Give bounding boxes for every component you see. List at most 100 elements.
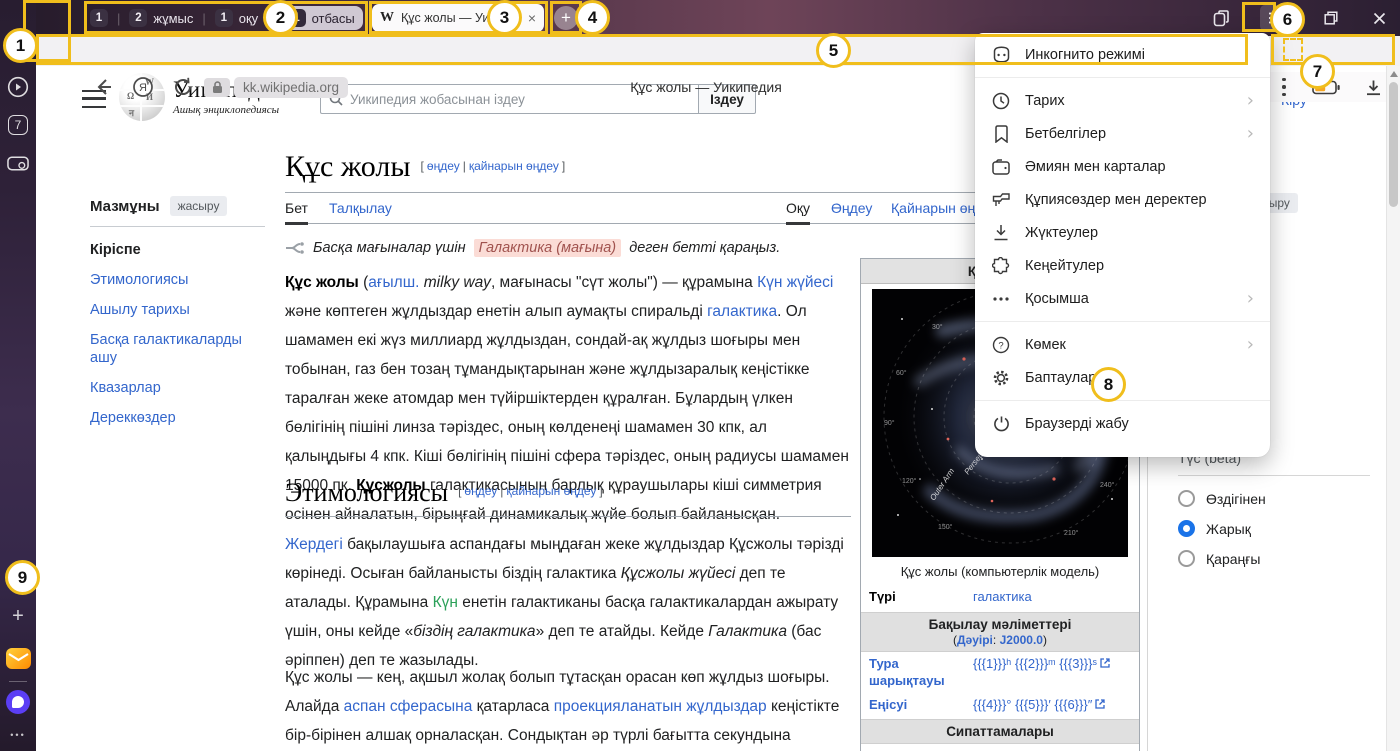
yandex-mail-icon[interactable] <box>6 648 31 669</box>
toc-hide-button[interactable]: жасыру <box>170 196 228 216</box>
callout-6: 6 <box>1270 2 1305 37</box>
tab-group-work[interactable]: 2 жұмыс <box>129 9 193 27</box>
galaxy-link[interactable]: галактика <box>973 589 1032 604</box>
tab-group-1[interactable]: 1 <box>90 9 108 27</box>
color-option-dark[interactable]: Қараңғы <box>1178 550 1388 567</box>
yandex-search-icon[interactable]: Я <box>132 76 154 98</box>
tab-counter-badge[interactable]: 7 <box>8 115 28 135</box>
radio-icon[interactable] <box>1178 490 1195 507</box>
menu-item-incognito[interactable]: Инкогнито режимі <box>975 38 1270 71</box>
degree-label: 90° <box>884 419 895 427</box>
degree-label: 60° <box>896 369 907 377</box>
scroll-up-icon[interactable] <box>1390 71 1398 77</box>
epoch-value-link[interactable]: J2000.0 <box>1000 633 1043 647</box>
menu-item-label: Құпиясөздер мен деректер <box>1025 192 1207 208</box>
link-celestial-sphere[interactable]: аспан сферасына <box>344 698 473 715</box>
page-scrollbar[interactable] <box>1386 66 1400 751</box>
radio-label: Қараңғы <box>1206 551 1260 567</box>
tab-page[interactable]: Бет <box>285 200 308 225</box>
toc-item-intro[interactable]: Кіріспе <box>90 241 265 260</box>
history-icon <box>991 91 1011 111</box>
menu-item-passwords[interactable]: Құпиясөздер мен деректер <box>975 183 1270 216</box>
download-icon[interactable] <box>1365 79 1382 96</box>
radio-selected-icon[interactable] <box>1178 520 1195 537</box>
link-solar-system[interactable]: Күн жүйесі <box>757 274 833 291</box>
link-english[interactable]: ағылш. <box>368 274 419 291</box>
url-field[interactable]: kk.wikipedia.org <box>234 77 348 98</box>
menu-item-label: Бетбелгілер <box>1025 126 1106 142</box>
menu-item-help[interactable]: ? Көмек› <box>975 328 1270 361</box>
callout-3: 3 <box>487 0 522 35</box>
menu-item-history[interactable]: Тарих› <box>975 84 1270 117</box>
svg-text:?: ? <box>998 340 1003 351</box>
wiki-logo-tagline: Ашық энциклопедиясы <box>173 104 289 116</box>
epoch-link[interactable]: Дәуірі <box>957 633 993 647</box>
toc-item-discovery[interactable]: Ашылу тарихы <box>90 301 265 320</box>
menu-item-label: Баптаулар <box>1025 370 1096 386</box>
site-security-badge[interactable] <box>204 78 230 97</box>
tab-count: 7 <box>15 118 22 132</box>
alice-assistant-icon[interactable] <box>6 690 30 714</box>
menu-item-bookmarks[interactable]: Бетбелгілер › <box>975 117 1270 150</box>
toc-item-other-galaxies[interactable]: Басқа галактикаларды ашу <box>90 331 265 369</box>
restore-window-icon[interactable] <box>1322 9 1340 27</box>
color-option-light[interactable]: Жарық <box>1178 520 1388 537</box>
play-media-icon[interactable] <box>7 76 29 98</box>
close-window-icon[interactable] <box>1370 9 1388 27</box>
sidebar-divider <box>9 681 27 682</box>
article-title: Құс жолы[өңдеу|қайнарын өңдеу] <box>285 150 565 184</box>
link-earth[interactable]: Жердегі <box>285 536 343 553</box>
toc-item-quasars[interactable]: Квазарлар <box>90 379 265 398</box>
help-icon: ? <box>991 335 1011 355</box>
table-of-contents: Мазмұны жасыру Кіріспе Этимологиясы Ашыл… <box>90 196 265 439</box>
sidebar-more-icon[interactable]: ••• <box>7 724 29 746</box>
plus-icon: + <box>561 8 571 28</box>
dec-label-link[interactable]: Еңісуі <box>869 696 973 714</box>
ra-label-link[interactable]: Тура шарықтауы <box>869 655 973 690</box>
toc-item-etymology[interactable]: Этимологиясы <box>90 271 265 290</box>
callout-4: 4 <box>575 0 610 35</box>
menu-divider <box>975 400 1270 401</box>
section-divider <box>285 516 851 517</box>
kebab-menu-icon[interactable] <box>1282 78 1286 96</box>
tab-close-icon[interactable]: × <box>528 10 536 26</box>
tab-talk[interactable]: Талқылау <box>329 200 392 222</box>
link-galaxy[interactable]: галактика <box>707 303 777 320</box>
back-icon[interactable] <box>92 76 114 98</box>
etymology-paragraph-1: Жердегі бақылаушыға аспандағы мыңдаған ж… <box>285 530 851 675</box>
edit-link[interactable]: өңдеу <box>427 159 460 173</box>
reload-icon[interactable] <box>172 76 194 98</box>
edit-source-link[interactable]: қайнарын өңдеу <box>506 484 596 498</box>
scrollbar-thumb[interactable] <box>1389 82 1398 207</box>
chevron-right-icon: › <box>1247 123 1254 144</box>
etymology-heading: Этимологиясы[өңдеу|қайнарын өңдеу] <box>285 478 603 508</box>
tab-edit[interactable]: Өңдеу <box>831 200 872 222</box>
window-controls <box>1212 0 1400 36</box>
toc-item-sources[interactable]: Дереккөздер <box>90 409 265 428</box>
sidebar-add-icon[interactable]: + <box>7 605 29 627</box>
menu-item-extensions[interactable]: Кеңейтулер <box>975 249 1270 282</box>
radio-icon[interactable] <box>1178 550 1195 567</box>
tab-panels-icon[interactable] <box>1212 9 1230 27</box>
external-link-icon <box>1095 699 1105 709</box>
callout-9: 9 <box>5 560 40 595</box>
menu-item-wallet[interactable]: Әмиян мен карталар <box>975 150 1270 183</box>
edit-source-link[interactable]: қайнарын өңдеу <box>469 159 559 173</box>
link-sun[interactable]: Күн <box>433 594 458 611</box>
degree-label: 120° <box>902 477 917 485</box>
menu-item-downloads[interactable]: Жүктеулер <box>975 216 1270 249</box>
tab-group-study[interactable]: 1оқу <box>215 9 258 27</box>
disambiguation-link[interactable]: Галактика (мағына) <box>474 239 622 257</box>
tab-read[interactable]: Оқу <box>786 200 810 225</box>
color-option-auto[interactable]: Өздігінен <box>1178 490 1388 507</box>
screenshot-icon[interactable] <box>7 152 29 174</box>
link-projected-stars[interactable]: проекцияланатын жұлдыздар <box>554 698 767 715</box>
edit-link[interactable]: өңдеу <box>464 484 497 498</box>
tab-group-label: жұмыс <box>153 11 193 26</box>
tab-group-badge: 2 <box>129 9 147 27</box>
menu-item-more[interactable]: Қосымша› <box>975 282 1270 315</box>
etymology-paragraph-2: Құс жолы — кең, ақшыл жолақ болып тұтасқ… <box>285 663 851 751</box>
incognito-icon <box>991 45 1011 65</box>
menu-item-close-browser[interactable]: Браузерді жабу <box>975 407 1270 440</box>
infobox-caption: Құс жолы (компьютерлік модель) <box>861 557 1139 585</box>
